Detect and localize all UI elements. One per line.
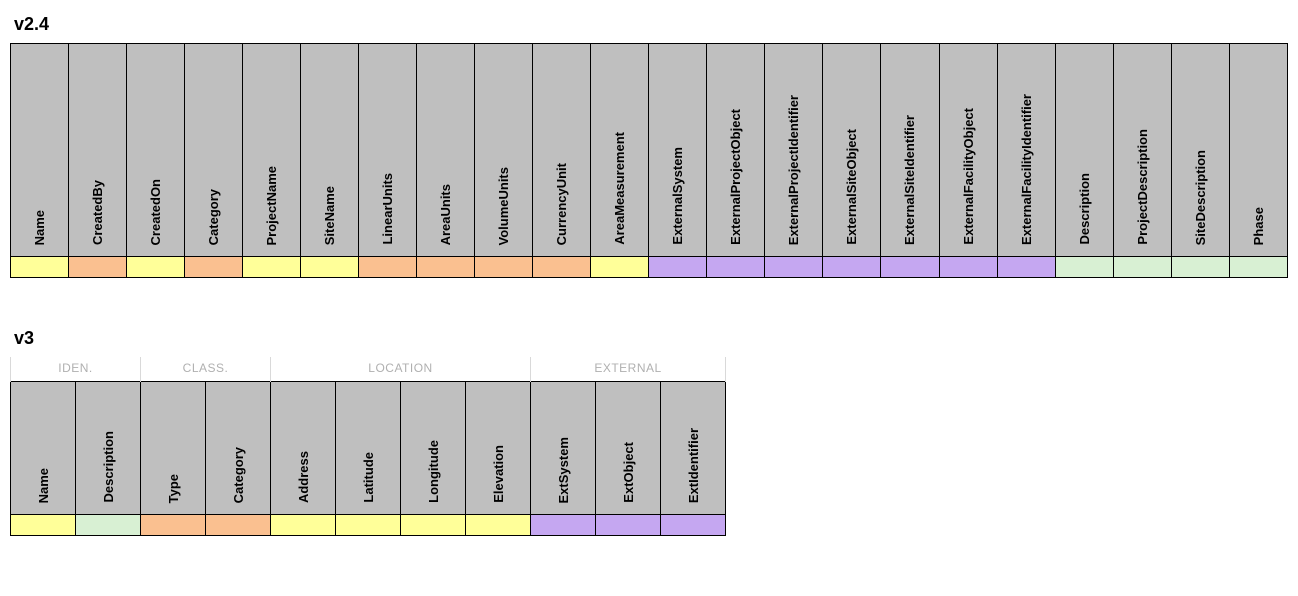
v24-table: Name CreatedBy CreatedOn Category Projec… bbox=[10, 43, 1288, 278]
column-header: CurrencyUnit bbox=[533, 44, 591, 257]
column-header: ExtSystem bbox=[531, 382, 596, 515]
column-header: Description bbox=[76, 382, 141, 515]
v24-color-row bbox=[11, 257, 1288, 278]
v3-title: v3 bbox=[14, 328, 1288, 349]
color-cell bbox=[76, 515, 141, 536]
column-header: CreatedOn bbox=[127, 44, 185, 257]
group-header: EXTERNAL bbox=[531, 357, 726, 382]
column-header: Latitude bbox=[336, 382, 401, 515]
v24-title: v2.4 bbox=[14, 14, 1288, 35]
color-cell bbox=[185, 257, 243, 278]
column-header: AreaUnits bbox=[417, 44, 475, 257]
column-header: ExternalProjectObject bbox=[707, 44, 765, 257]
color-cell bbox=[939, 257, 997, 278]
column-header: Longitude bbox=[401, 382, 466, 515]
group-header: CLASS. bbox=[141, 357, 271, 382]
color-cell bbox=[359, 257, 417, 278]
column-header: SiteDescription bbox=[1171, 44, 1229, 257]
color-cell bbox=[1055, 257, 1113, 278]
color-cell bbox=[596, 515, 661, 536]
column-header: ExternalSystem bbox=[649, 44, 707, 257]
color-cell bbox=[531, 515, 596, 536]
column-header: Type bbox=[141, 382, 206, 515]
column-header: LinearUnits bbox=[359, 44, 417, 257]
color-cell bbox=[823, 257, 881, 278]
color-cell bbox=[765, 257, 823, 278]
color-cell bbox=[591, 257, 649, 278]
column-header: ExternalFacilityObject bbox=[939, 44, 997, 257]
color-cell bbox=[707, 257, 765, 278]
column-header: Phase bbox=[1229, 44, 1287, 257]
color-cell bbox=[881, 257, 939, 278]
color-cell bbox=[475, 257, 533, 278]
v3-group-row: IDEN. CLASS. LOCATION EXTERNAL bbox=[11, 357, 726, 382]
color-cell bbox=[649, 257, 707, 278]
column-header: ExtIdentifier bbox=[661, 382, 726, 515]
column-header: Address bbox=[271, 382, 336, 515]
group-header: IDEN. bbox=[11, 357, 141, 382]
color-cell bbox=[1171, 257, 1229, 278]
column-header: Name bbox=[11, 382, 76, 515]
color-cell bbox=[533, 257, 591, 278]
column-header: CreatedBy bbox=[69, 44, 127, 257]
column-header: SiteName bbox=[301, 44, 359, 257]
color-cell bbox=[661, 515, 726, 536]
color-cell bbox=[271, 515, 336, 536]
column-header: ExternalProjectIdentifier bbox=[765, 44, 823, 257]
column-header: VolumeUnits bbox=[475, 44, 533, 257]
column-header: Name bbox=[11, 44, 69, 257]
v3-section: v3 IDEN. CLASS. LOCATION EXTERNAL Name D… bbox=[10, 328, 1288, 536]
v3-color-row bbox=[11, 515, 726, 536]
color-cell bbox=[1229, 257, 1287, 278]
color-cell bbox=[11, 515, 76, 536]
color-cell bbox=[11, 257, 69, 278]
color-cell bbox=[301, 257, 359, 278]
color-cell bbox=[206, 515, 271, 536]
color-cell bbox=[401, 515, 466, 536]
column-header: Elevation bbox=[466, 382, 531, 515]
column-header: ExternalSiteObject bbox=[823, 44, 881, 257]
column-header: ProjectDescription bbox=[1113, 44, 1171, 257]
column-header: ProjectName bbox=[243, 44, 301, 257]
v24-section: v2.4 Name CreatedBy CreatedOn Category P… bbox=[10, 14, 1288, 278]
color-cell bbox=[127, 257, 185, 278]
group-header: LOCATION bbox=[271, 357, 531, 382]
color-cell bbox=[1113, 257, 1171, 278]
v24-header-row: Name CreatedBy CreatedOn Category Projec… bbox=[11, 44, 1288, 257]
column-header: Description bbox=[1055, 44, 1113, 257]
color-cell bbox=[466, 515, 531, 536]
column-header: Category bbox=[206, 382, 271, 515]
color-cell bbox=[141, 515, 206, 536]
color-cell bbox=[417, 257, 475, 278]
color-cell bbox=[243, 257, 301, 278]
column-header: ExternalSiteIdentifier bbox=[881, 44, 939, 257]
column-header: ExternalFacilityIdentifier bbox=[997, 44, 1055, 257]
v3-table: IDEN. CLASS. LOCATION EXTERNAL Name Desc… bbox=[10, 357, 726, 536]
column-header: AreaMeasurement bbox=[591, 44, 649, 257]
column-header: Category bbox=[185, 44, 243, 257]
color-cell bbox=[336, 515, 401, 536]
color-cell bbox=[997, 257, 1055, 278]
v3-header-row: Name Description Type Category Address L… bbox=[11, 382, 726, 515]
column-header: ExtObject bbox=[596, 382, 661, 515]
color-cell bbox=[69, 257, 127, 278]
